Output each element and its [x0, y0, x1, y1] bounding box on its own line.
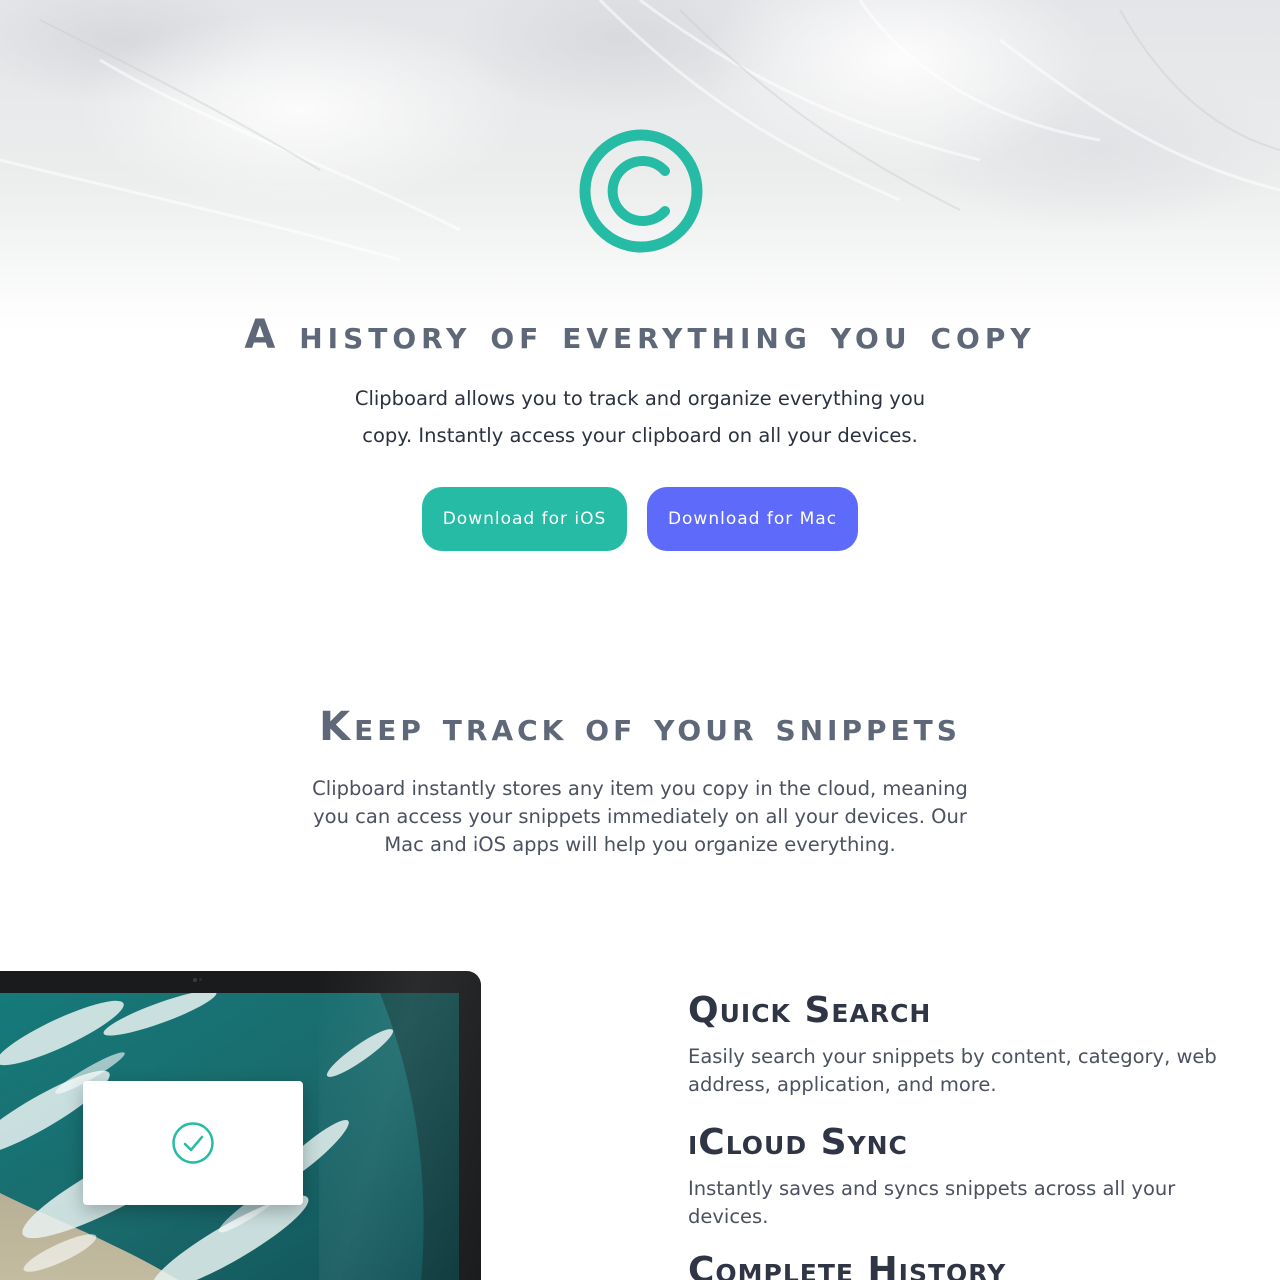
feature-title-icloud-sync: iCloud Sync	[688, 1122, 908, 1163]
feature-description-icloud-sync: Instantly saves and syncs snippets acros…	[688, 1177, 1176, 1228]
feature-title-quick-search: Quick Search	[688, 990, 932, 1031]
webcam-sensor	[199, 978, 202, 981]
bezel-glare	[319, 971, 481, 1280]
hero-description: Clipboard allows you to track and organi…	[354, 387, 926, 447]
copyright-c-icon	[579, 129, 703, 253]
download-mac-button[interactable]: Download for Mac	[647, 487, 858, 551]
copied-toast	[83, 1081, 303, 1205]
feature-description-quick-search: Easily search your snippets by content, …	[688, 1045, 1217, 1096]
download-ios-button[interactable]: Download for iOS	[422, 487, 627, 551]
snippets-section-description: Clipboard instantly stores any item you …	[312, 777, 968, 856]
webcam-dot	[193, 978, 197, 982]
feature-title-complete-history: Complete History	[688, 1250, 1007, 1280]
hero-title: A history of everything you copy	[244, 312, 1036, 358]
snippets-section-title: Keep track of your snippets	[319, 704, 961, 750]
check-circle-icon	[172, 1122, 214, 1164]
